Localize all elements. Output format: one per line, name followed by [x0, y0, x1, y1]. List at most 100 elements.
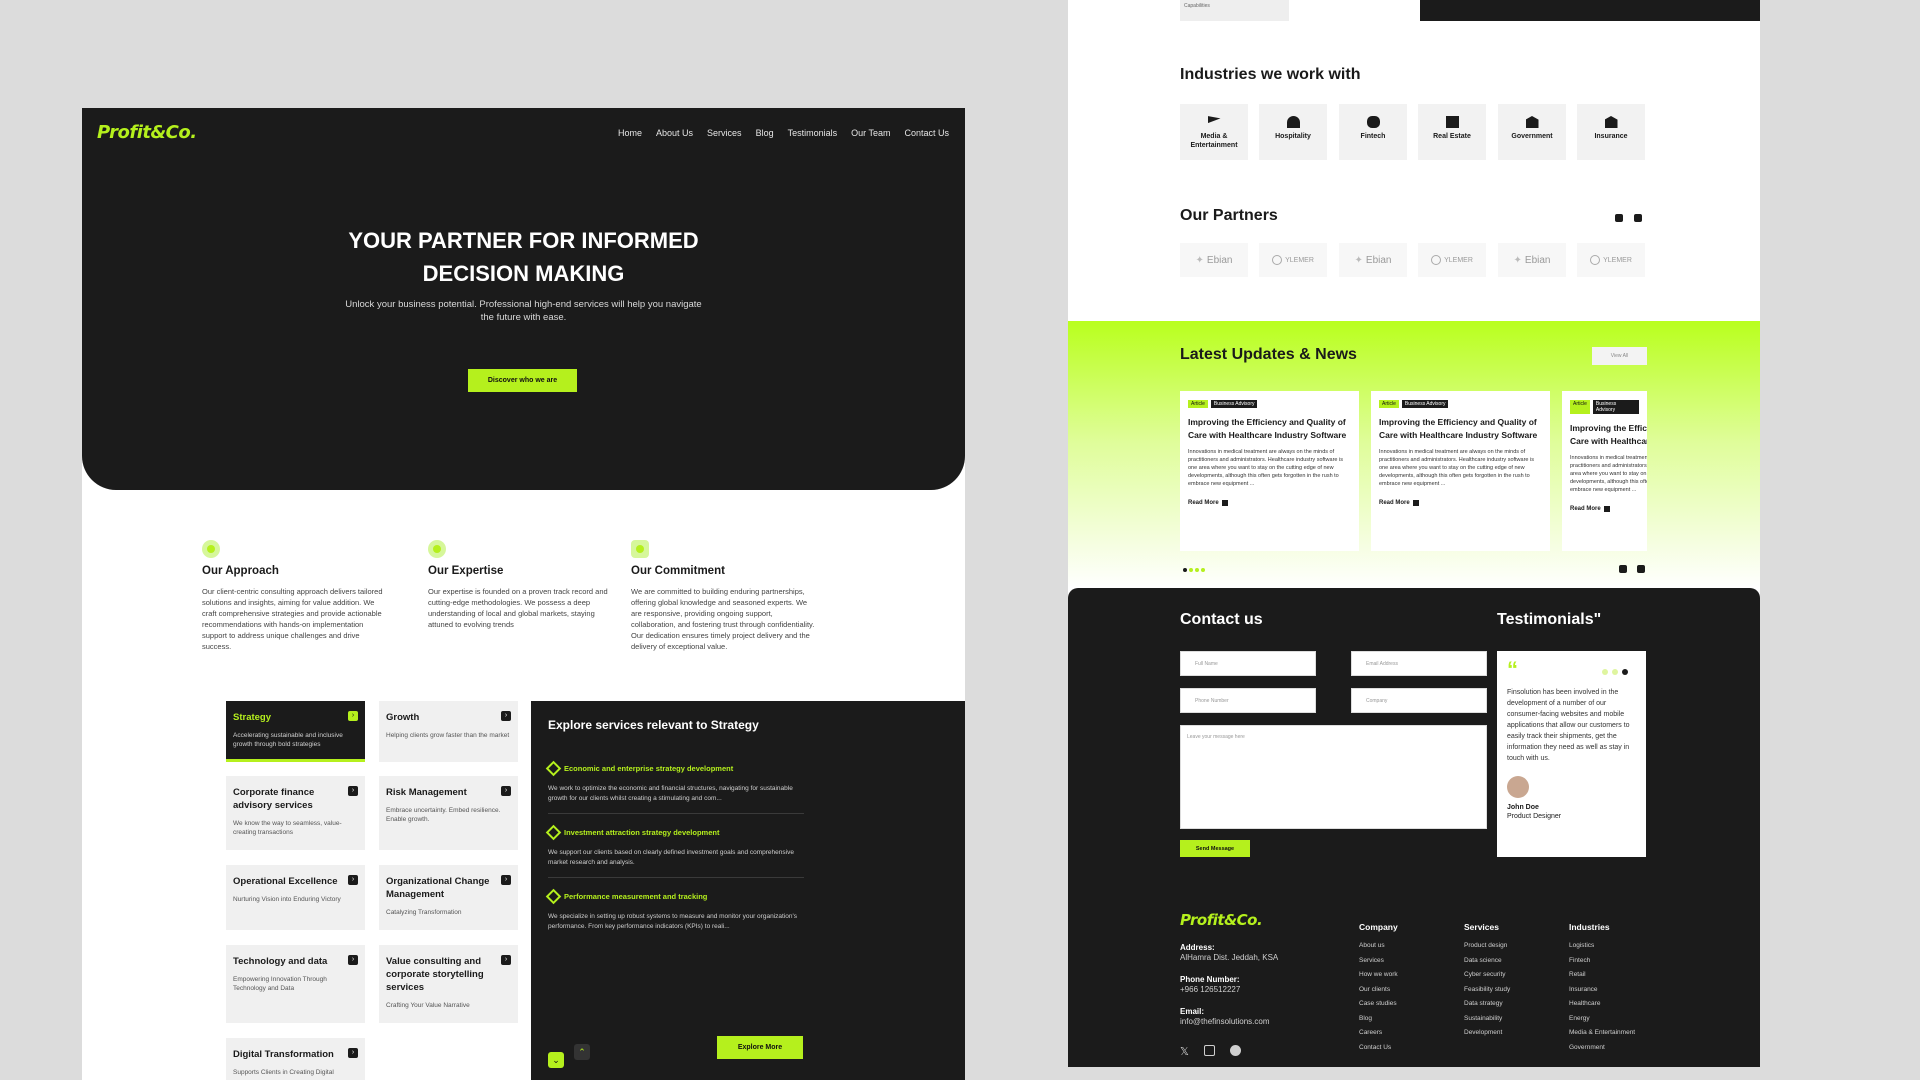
- industries-title: Industries we work with: [1180, 66, 1361, 83]
- nav-team[interactable]: Our Team: [851, 128, 890, 138]
- footer-link[interactable]: Our clients: [1359, 983, 1398, 998]
- service-title: Organizational Change Management: [386, 876, 490, 900]
- view-all-button[interactable]: View All: [1592, 347, 1647, 365]
- email-value[interactable]: info@thefinsolutions.com: [1180, 1017, 1270, 1026]
- footer-link[interactable]: Feasibility study: [1464, 983, 1510, 998]
- footer-link[interactable]: Logistics: [1569, 939, 1635, 954]
- read-more-link[interactable]: Read More: [1570, 506, 1639, 512]
- footer-link[interactable]: Contact Us: [1359, 1041, 1398, 1056]
- carousel-dot[interactable]: [1189, 568, 1193, 572]
- service-card-change-management[interactable]: Organizational Change Management Catalyz…: [379, 865, 518, 930]
- explore-item[interactable]: Investment attraction strategy developme…: [545, 824, 804, 878]
- news-card[interactable]: Article Business Advisory Improving the E…: [1180, 391, 1359, 551]
- footer-link[interactable]: Government: [1569, 1041, 1635, 1056]
- footer-link[interactable]: Sustainability: [1464, 1012, 1510, 1027]
- message-textarea[interactable]: Leave your message here: [1180, 725, 1487, 829]
- service-card-technology-data[interactable]: Technology and data Empowering Innovatio…: [226, 945, 365, 1023]
- industry-insurance[interactable]: Insurance: [1577, 104, 1645, 160]
- next-arrow-icon[interactable]: [1637, 565, 1645, 573]
- carousel-dot[interactable]: [1183, 568, 1187, 572]
- service-card-operational-excellence[interactable]: Operational Excellence Nurturing Vision …: [226, 865, 365, 930]
- industry-real-estate[interactable]: Real Estate: [1418, 104, 1486, 160]
- footer-link[interactable]: Retail: [1569, 968, 1635, 983]
- partner-logo: YLEMER: [1418, 243, 1486, 277]
- prev-arrow-icon[interactable]: [1615, 214, 1623, 222]
- footer-link[interactable]: Careers: [1359, 1026, 1398, 1041]
- footer-address: Address: AlHamra Dist. Jeddah, KSA: [1180, 943, 1278, 962]
- linkedin-icon[interactable]: [1204, 1045, 1215, 1056]
- service-text: Helping clients grow faster than the mar…: [386, 732, 510, 739]
- explore-item-title: Economic and enterprise strategy develop…: [564, 764, 734, 773]
- commitment-icon: [631, 540, 649, 558]
- footer-link[interactable]: Insurance: [1569, 983, 1635, 998]
- service-card-digital-transformation[interactable]: Digital Transformation Supports Clients …: [226, 1038, 365, 1080]
- full-name-field[interactable]: Full Name: [1180, 651, 1316, 676]
- prev-arrow-icon[interactable]: [1619, 565, 1627, 573]
- chevron-down-icon[interactable]: ⌄: [548, 1052, 564, 1068]
- nav-contact[interactable]: Contact Us: [904, 128, 949, 138]
- nav-about[interactable]: About Us: [656, 128, 693, 138]
- footer-column-title: Services: [1464, 922, 1499, 932]
- read-more-link[interactable]: Read More: [1379, 500, 1542, 506]
- news-card[interactable]: Article Business Advisory Improving the E…: [1371, 391, 1550, 551]
- send-message-button[interactable]: Send Message: [1180, 840, 1250, 857]
- service-card-strategy[interactable]: Strategy Accelerating sustainable and in…: [226, 701, 365, 762]
- industry-hospitality[interactable]: Hospitality: [1259, 104, 1327, 160]
- partner-logo: ✦ Ebian: [1498, 243, 1566, 277]
- phone-value[interactable]: +966 126512227: [1180, 985, 1240, 994]
- industry-government[interactable]: Government: [1498, 104, 1566, 160]
- footer-link[interactable]: Product design: [1464, 939, 1510, 954]
- read-more-link[interactable]: Read More: [1188, 500, 1351, 506]
- footer-link[interactable]: Services: [1359, 954, 1398, 969]
- nav-blog[interactable]: Blog: [756, 128, 774, 138]
- footer-link[interactable]: Healthcare: [1569, 997, 1635, 1012]
- facebook-icon[interactable]: [1230, 1045, 1241, 1056]
- nav-testimonials[interactable]: Testimonials: [788, 128, 838, 138]
- next-arrow-icon[interactable]: [1634, 214, 1642, 222]
- testimonial-dot[interactable]: [1612, 669, 1618, 675]
- company-field[interactable]: Company: [1351, 688, 1487, 713]
- footer-link[interactable]: Cyber security: [1464, 968, 1510, 983]
- footer-link[interactable]: Media & Entertainment: [1569, 1026, 1635, 1041]
- testimonial-dot[interactable]: [1622, 669, 1628, 675]
- spark-icon: ✦: [1513, 254, 1522, 266]
- carousel-dot[interactable]: [1195, 568, 1199, 572]
- footer-link[interactable]: Data strategy: [1464, 997, 1510, 1012]
- testimonial-dot[interactable]: [1602, 669, 1608, 675]
- service-text: Embrace uncertainty. Embed resilience. E…: [386, 807, 501, 823]
- footer-industries-column: Industries Logistics Fintech Retail Insu…: [1569, 922, 1635, 1055]
- footer-company-column: Company About us Services How we work Ou…: [1359, 922, 1398, 1055]
- email-field[interactable]: Email Address: [1351, 651, 1487, 676]
- carousel-dot[interactable]: [1201, 568, 1205, 572]
- x-icon[interactable]: 𝕏: [1180, 1045, 1189, 1058]
- service-card-growth[interactable]: Growth Helping clients grow faster than …: [379, 701, 518, 762]
- bank-icon: [1604, 116, 1618, 128]
- service-card-corporate-finance[interactable]: Corporate finance advisory services We k…: [226, 776, 365, 850]
- email-label: Email:: [1180, 1007, 1205, 1016]
- nav-home[interactable]: Home: [618, 128, 642, 138]
- industry-fintech[interactable]: Fintech: [1339, 104, 1407, 160]
- nav-services[interactable]: Services: [707, 128, 742, 138]
- footer-link[interactable]: About us: [1359, 939, 1398, 954]
- industry-media[interactable]: Media & Entertainment: [1180, 104, 1248, 160]
- footer-link[interactable]: Data science: [1464, 954, 1510, 969]
- footer-link[interactable]: How we work: [1359, 968, 1398, 983]
- discover-button[interactable]: Discover who we are: [468, 369, 577, 392]
- footer-logo[interactable]: Profit&Co.: [1180, 911, 1263, 929]
- chevron-up-icon[interactable]: ⌃: [574, 1044, 590, 1060]
- news-card[interactable]: Article Business Advisory Improving the E…: [1562, 391, 1647, 551]
- explore-item-text: We support our clients based on clearly …: [548, 849, 794, 866]
- brand-logo[interactable]: Profit&Co.: [97, 122, 197, 143]
- explore-item-title: Investment attraction strategy developme…: [564, 828, 720, 837]
- footer-link[interactable]: Development: [1464, 1026, 1510, 1041]
- phone-field[interactable]: Phone Number: [1180, 688, 1316, 713]
- explore-more-button[interactable]: Explore More: [717, 1036, 803, 1059]
- footer-link[interactable]: Energy: [1569, 1012, 1635, 1027]
- explore-item[interactable]: Performance measurement and tracking We …: [545, 888, 804, 931]
- service-card-value-consulting[interactable]: Value consulting and corporate storytell…: [379, 945, 518, 1023]
- footer-link[interactable]: Case studies: [1359, 997, 1398, 1012]
- footer-link[interactable]: Fintech: [1569, 954, 1635, 969]
- explore-item[interactable]: Economic and enterprise strategy develop…: [545, 760, 804, 814]
- footer-link[interactable]: Blog: [1359, 1012, 1398, 1027]
- service-card-risk-management[interactable]: Risk Management Embrace uncertainty. Emb…: [379, 776, 518, 850]
